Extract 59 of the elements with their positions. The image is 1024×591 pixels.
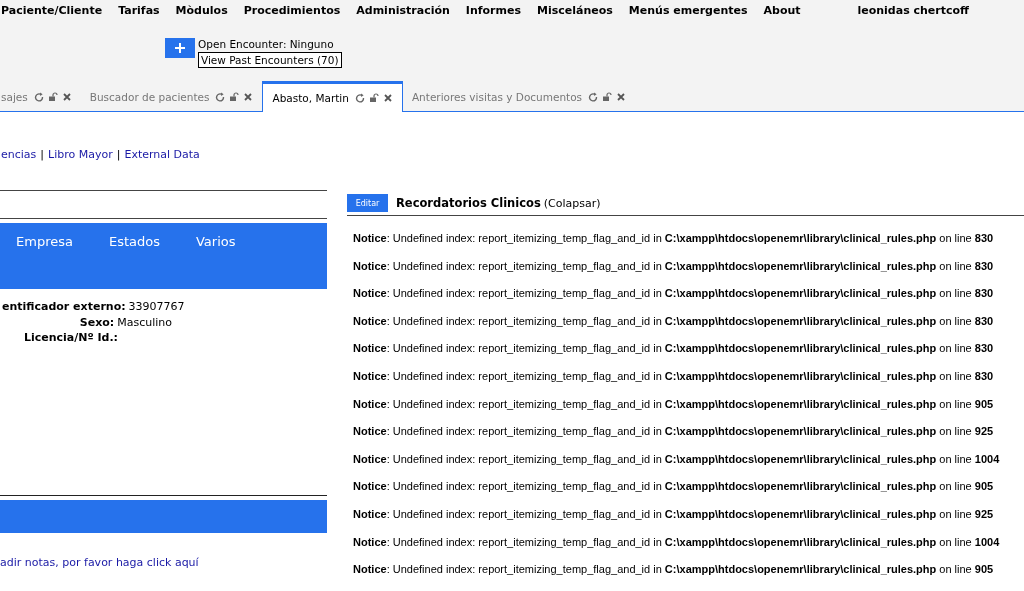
close-icon[interactable] <box>616 92 627 102</box>
notice-message: Notice: Undefined index: report_itemizing_temp_flag_and_id in C:\xampp\htdocs\openemr\library\clinical_rules.php on line 830 <box>353 369 994 384</box>
close-icon[interactable] <box>243 92 254 102</box>
add-notes-link[interactable]: adir notas, por favor haga click aquí <box>0 555 199 569</box>
notice-message: Notice: Undefined index: report_itemizing_temp_flag_and_id in C:\xampp\htdocs\openemr\library\clinical_rules.php on line 925 <box>353 425 994 440</box>
past-encounters-button[interactable]: View Past Encounters (70) <box>198 52 342 68</box>
unlocked-padlock-icon[interactable] <box>368 93 379 103</box>
notice-message: Notice: Undefined index: report_itemizing_temp_flag_and_id in C:\xampp\htdocs\openemr\library\clinical_rules.php on line 1004 <box>353 535 1000 550</box>
collapse-link[interactable]: (Colapsar) <box>543 196 601 210</box>
notice-message: Notice: Undefined index: report_itemizing_temp_flag_and_id in C:\xampp\htdocs\openemr\library\clinical_rules.php on line 830 <box>353 232 994 246</box>
refresh-icon[interactable] <box>354 93 365 103</box>
refresh-icon[interactable] <box>33 92 44 102</box>
tab[interactable]: Anteriores visitas y Documentos <box>402 83 636 111</box>
reminders-title: Recordatorios Clinicos <box>396 196 541 210</box>
notice-message: Notice: Undefined index: report_itemizing_temp_flag_and_id in C:\xampp\htdocs\openemr\library\clinical_rules.php on line 830 <box>353 342 994 357</box>
tab[interactable]: Abasto, Martin <box>262 81 403 112</box>
refresh-icon[interactable] <box>588 92 599 102</box>
menu-item[interactable]: Informes <box>465 3 521 17</box>
field-label: Licencia/Nº Id.: <box>23 331 118 346</box>
demographics-tab[interactable]: Varios <box>195 234 236 250</box>
menu-item[interactable]: Tarifas <box>118 3 160 17</box>
notice-message: Notice: Undefined index: report_itemizing_temp_flag_and_id in C:\xampp\htdocs\openemr\library\clinical_rules.php on line 925 <box>353 507 994 522</box>
unlocked-padlock-icon[interactable] <box>47 92 58 102</box>
nav-link[interactable]: Libro Mayor <box>48 148 113 161</box>
add-encounter-button[interactable] <box>165 38 195 58</box>
menu-item[interactable]: Mòdulos <box>175 3 228 17</box>
plus-icon <box>175 43 185 53</box>
notice-message: Notice: Undefined index: report_itemizing_temp_flag_and_id in C:\xampp\htdocs\openemr\library\clinical_rules.php on line 830 <box>353 259 994 274</box>
menu-item[interactable]: Misceláneos <box>537 3 613 17</box>
notice-message: Notice: Undefined index: report_itemizing_temp_flag_and_id in C:\xampp\htdocs\openemr\library\clinical_rules.php on line 905 <box>353 480 994 495</box>
menu-item[interactable]: Administración <box>356 3 450 17</box>
notice-message: Notice: Undefined index: report_itemizing_temp_flag_and_id in C:\xampp\htdocs\openemr\library\clinical_rules.php on line 905 <box>353 563 994 578</box>
nav-link[interactable]: External Data <box>124 148 200 161</box>
refresh-icon[interactable] <box>215 92 226 102</box>
field-value: Masculino <box>117 315 172 331</box>
close-icon[interactable] <box>382 93 393 103</box>
demographics-tab[interactable]: Empresa <box>16 234 73 250</box>
menu-item[interactable]: Procedimientos <box>243 3 341 17</box>
field-label: entificador externo: <box>2 300 126 315</box>
tab[interactable]: sajes <box>0 83 81 111</box>
close-icon[interactable] <box>61 92 72 102</box>
separator: | <box>116 148 121 161</box>
demographics-tab[interactable]: Estados <box>108 234 160 250</box>
separator: | <box>40 148 45 161</box>
nav-link[interactable]: encias <box>1 148 37 161</box>
menu-item[interactable]: Paciente/Cliente <box>1 3 103 17</box>
notice-message: Notice: Undefined index: report_itemizing_temp_flag_and_id in C:\xampp\htdocs\openemr\library\clinical_rules.php on line 905 <box>353 397 994 412</box>
notice-message: Notice: Undefined index: report_itemizing_temp_flag_and_id in C:\xampp\htdocs\openemr\library\clinical_rules.php on line 1004 <box>353 452 1000 467</box>
open-encounter-label: Open Encounter: Ninguno <box>198 38 335 50</box>
user-name[interactable]: leonidas chertcoff <box>857 3 969 17</box>
unlocked-padlock-icon[interactable] <box>602 92 613 102</box>
menu-item[interactable]: Menús emergentes <box>628 3 748 17</box>
notice-message: Notice: Undefined index: report_itemizing_temp_flag_and_id in C:\xampp\htdocs\openemr\library\clinical_rules.php on line 830 <box>353 314 994 329</box>
unlocked-padlock-icon[interactable] <box>229 92 240 102</box>
notice-message: Notice: Undefined index: report_itemizing_temp_flag_and_id in C:\xampp\htdocs\openemr\library\clinical_rules.php on line 830 <box>353 287 994 302</box>
tab[interactable]: Buscador de pacientes <box>80 83 263 111</box>
menu-item[interactable]: About <box>763 3 801 17</box>
edit-button[interactable]: Editar <box>347 194 388 212</box>
field-label: Sexo: <box>79 315 115 331</box>
